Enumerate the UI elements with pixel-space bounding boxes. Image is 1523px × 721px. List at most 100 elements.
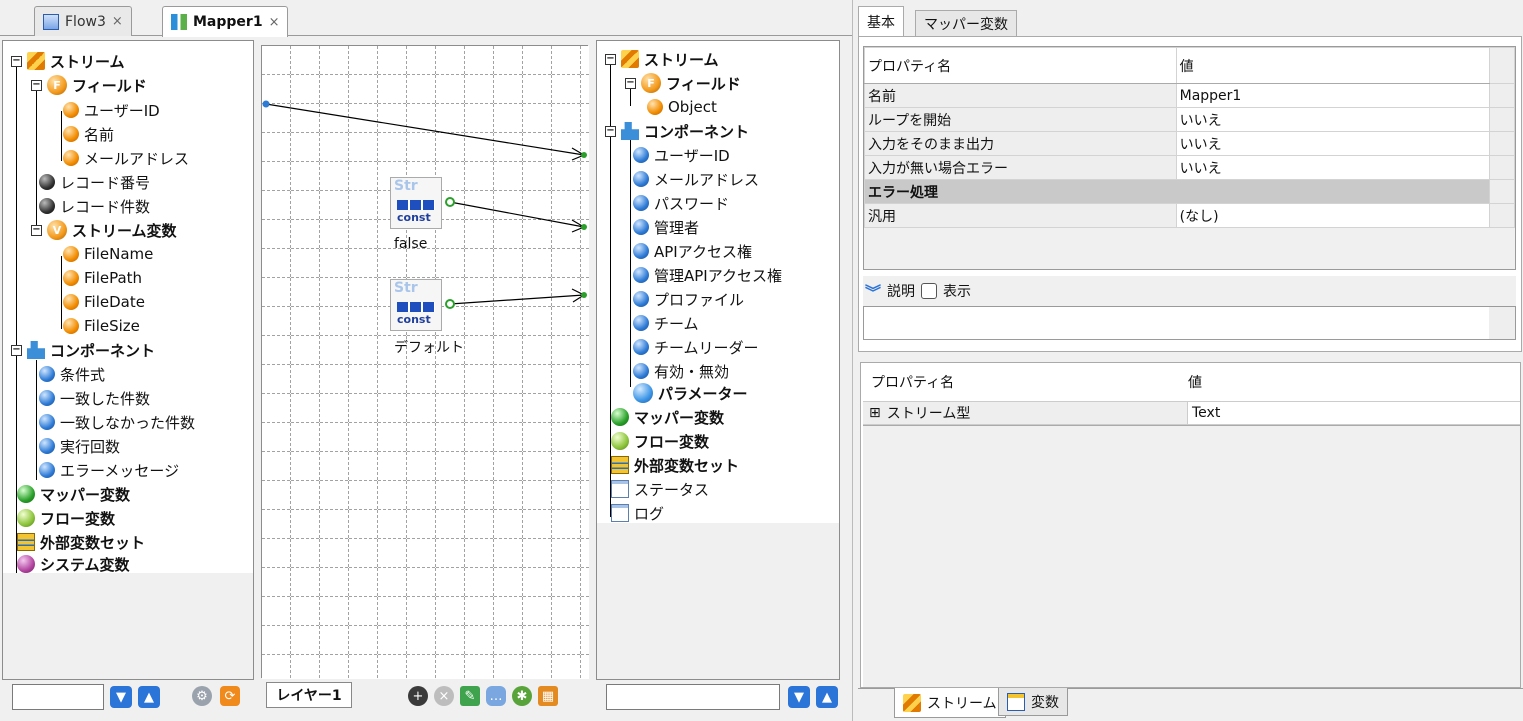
flow-icon: [43, 13, 59, 30]
orange-ball-icon: [63, 270, 79, 286]
chevron-down-icon[interactable]: ▼: [110, 686, 132, 708]
flow-icon[interactable]: ▦: [538, 686, 558, 706]
expand-icon[interactable]: ⊞: [869, 405, 881, 421]
tgt-field-node[interactable]: − F フィールド: [625, 71, 741, 95]
chevron-up-icon[interactable]: ▲: [138, 686, 160, 708]
blue-ball-icon: [633, 219, 649, 235]
col-header-value: 値: [1188, 375, 1202, 391]
description-field[interactable]: [863, 306, 1516, 340]
property-row[interactable]: 名前 Mapper1: [864, 83, 1515, 108]
tab-basic[interactable]: 基本: [858, 6, 904, 36]
stream-property-panel: プロパティ名 値 ⊞ ストリーム型 Text: [860, 362, 1521, 688]
src-stream-var-item[interactable]: FileName: [63, 242, 153, 266]
const-caption: デフォルト: [394, 340, 464, 356]
src-stream-var-item[interactable]: FilePath: [63, 266, 142, 290]
src-field-item[interactable]: 名前: [63, 122, 114, 146]
tab-flow3[interactable]: Flow3 ×: [34, 6, 132, 36]
gear-icon[interactable]: ⚙: [192, 686, 212, 706]
blue-ball-icon: [633, 315, 649, 331]
orange-ball-icon: [63, 126, 79, 142]
edit-icon[interactable]: ✎: [460, 686, 480, 706]
src-component-item[interactable]: 一致しなかった件数: [39, 410, 195, 434]
tgt-ext-var-set[interactable]: 外部変数セット: [611, 453, 739, 477]
blue-ball-icon: [633, 339, 649, 355]
src-component-item[interactable]: 一致した件数: [39, 386, 150, 410]
section-error-handling: エラー処理: [863, 179, 1515, 204]
tab-mapper-vars[interactable]: マッパー変数: [915, 10, 1017, 36]
orange-ball-icon: [63, 294, 79, 310]
src-field-item[interactable]: ユーザーID: [63, 98, 160, 122]
tgt-component-item[interactable]: パスワード: [633, 191, 729, 215]
tgt-component-item[interactable]: 管理者: [633, 215, 699, 239]
mapping-canvas[interactable]: Str const false Str const デフォルト: [261, 45, 589, 679]
property-row[interactable]: 入力が無い場合エラー いいえ: [864, 155, 1515, 180]
lime-ball-icon: [611, 432, 629, 450]
black-ball-icon: [39, 198, 55, 214]
show-checkbox[interactable]: [921, 283, 938, 299]
tgt-component-item[interactable]: チーム: [633, 311, 699, 335]
tgt-component-item[interactable]: ユーザーID: [633, 143, 730, 167]
src-component-node[interactable]: − コンポーネント: [11, 338, 155, 362]
src-component-item[interactable]: 実行回数: [39, 434, 120, 458]
tgt-component-item[interactable]: プロファイル: [633, 287, 744, 311]
src-stream-var-item[interactable]: FileSize: [63, 314, 140, 338]
src-component-item[interactable]: 条件式: [39, 362, 105, 386]
orange-ball-icon: [63, 150, 79, 166]
const-block-false[interactable]: Str const: [390, 177, 442, 229]
src-component-item[interactable]: エラーメッセージ: [39, 458, 179, 482]
mapping-lines: [262, 46, 589, 679]
tgt-component-item[interactable]: チームリーダー: [633, 335, 759, 359]
tgt-component-item[interactable]: 管理APIアクセス権: [633, 263, 782, 287]
src-stream-vars-node[interactable]: − V ストリーム変数: [31, 218, 177, 242]
layer-tab[interactable]: レイヤー1: [266, 682, 352, 708]
tab-variables[interactable]: 変数: [998, 688, 1068, 716]
show-label: 表示: [943, 284, 972, 300]
property-row[interactable]: ループを開始 いいえ: [864, 107, 1515, 132]
variable-icon: V: [47, 220, 67, 240]
double-chevron-down-icon[interactable]: ︾: [865, 279, 881, 303]
tgt-stream-node[interactable]: − ストリーム: [605, 47, 719, 71]
col-header-name: プロパティ名: [864, 47, 1177, 84]
tgt-component-item[interactable]: APIアクセス権: [633, 239, 752, 263]
remove-icon[interactable]: ×: [434, 686, 454, 706]
tgt-component-item[interactable]: メールアドレス: [633, 167, 759, 191]
const-caption: false: [394, 236, 428, 252]
src-field-item[interactable]: メールアドレス: [63, 146, 189, 170]
src-record-count[interactable]: レコード件数: [39, 194, 150, 218]
src-mapper-vars[interactable]: マッパー変数: [17, 482, 130, 506]
src-ext-var-set[interactable]: 外部変数セット: [17, 530, 145, 554]
tgt-parameter[interactable]: パラメーター: [633, 381, 748, 405]
blue-ball-icon: [39, 414, 55, 430]
src-stream-node[interactable]: − ストリーム: [11, 49, 125, 73]
tgt-component-node[interactable]: − コンポーネント: [605, 119, 749, 143]
target-search-input[interactable]: [606, 684, 780, 710]
tgt-log[interactable]: ログ: [611, 501, 664, 525]
add-icon[interactable]: +: [408, 686, 428, 706]
src-flow-vars[interactable]: フロー変数: [17, 506, 115, 530]
property-row[interactable]: 汎用 (なし): [864, 203, 1515, 228]
close-icon[interactable]: ×: [269, 15, 280, 30]
tgt-flow-vars[interactable]: フロー変数: [611, 429, 709, 453]
tab-mapper1[interactable]: Mapper1 ×: [162, 6, 289, 37]
src-record-no[interactable]: レコード番号: [39, 170, 150, 194]
property-row[interactable]: 入力をそのまま出力 いいえ: [864, 131, 1515, 156]
src-field-node[interactable]: − F フィールド: [31, 73, 147, 97]
source-search-input[interactable]: [12, 684, 104, 710]
comment-icon[interactable]: …: [486, 686, 506, 706]
refresh-icon[interactable]: ⟳: [220, 686, 240, 706]
field-icon: F: [47, 75, 67, 95]
chevron-up-icon[interactable]: ▲: [816, 686, 838, 708]
blue-ball-icon: [39, 462, 55, 478]
chevron-down-icon[interactable]: ▼: [788, 686, 810, 708]
src-system-vars[interactable]: システム変数: [17, 552, 130, 576]
tab-stream[interactable]: ストリーム: [894, 688, 1006, 718]
tgt-status[interactable]: ステータス: [611, 477, 709, 501]
debug-icon[interactable]: ✱: [512, 686, 532, 706]
close-icon[interactable]: ×: [112, 14, 123, 29]
const-block-default[interactable]: Str const: [390, 279, 442, 331]
stream-type-row[interactable]: ⊞ ストリーム型 Text: [863, 401, 1520, 425]
tgt-mapper-vars[interactable]: マッパー変数: [611, 405, 724, 429]
tgt-component-item[interactable]: 有効・無効: [633, 359, 729, 383]
tgt-field-item[interactable]: Object: [647, 95, 717, 119]
src-stream-var-item[interactable]: FileDate: [63, 290, 145, 314]
